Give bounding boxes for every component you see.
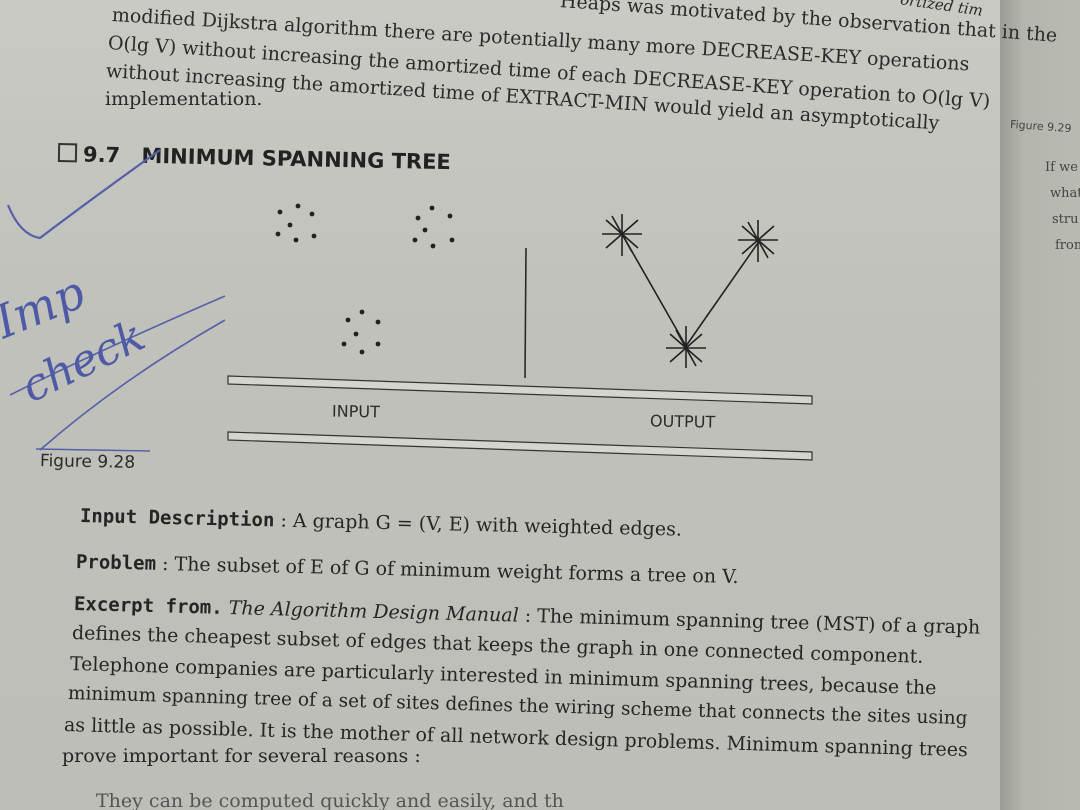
bottom-partial-line: They can be computed quickly and easily,… bbox=[96, 790, 564, 810]
input-description-label: Input Description bbox=[79, 505, 275, 532]
star-node-right bbox=[738, 220, 778, 262]
output-label: OUTPUT bbox=[649, 411, 716, 432]
pen-checkmark-icon bbox=[6, 149, 161, 240]
star-node-left bbox=[602, 214, 642, 256]
star-node-bottom bbox=[666, 326, 706, 368]
figure-divider bbox=[524, 247, 527, 379]
input-label: INPUT bbox=[331, 401, 380, 422]
problem-label: Problem bbox=[75, 551, 157, 575]
figure-bars bbox=[227, 375, 813, 461]
excerpt-line-4: prove important for several reasons : bbox=[62, 745, 421, 767]
excerpt-sep: : bbox=[518, 604, 538, 628]
output-tree bbox=[602, 214, 778, 368]
figure-caption: Figure 9.28 bbox=[39, 451, 136, 473]
input-points bbox=[275, 203, 455, 355]
excerpt-label: Excerpt from. bbox=[73, 593, 223, 619]
problem-sep: : bbox=[155, 552, 175, 576]
input-description-sep: : bbox=[274, 509, 294, 532]
